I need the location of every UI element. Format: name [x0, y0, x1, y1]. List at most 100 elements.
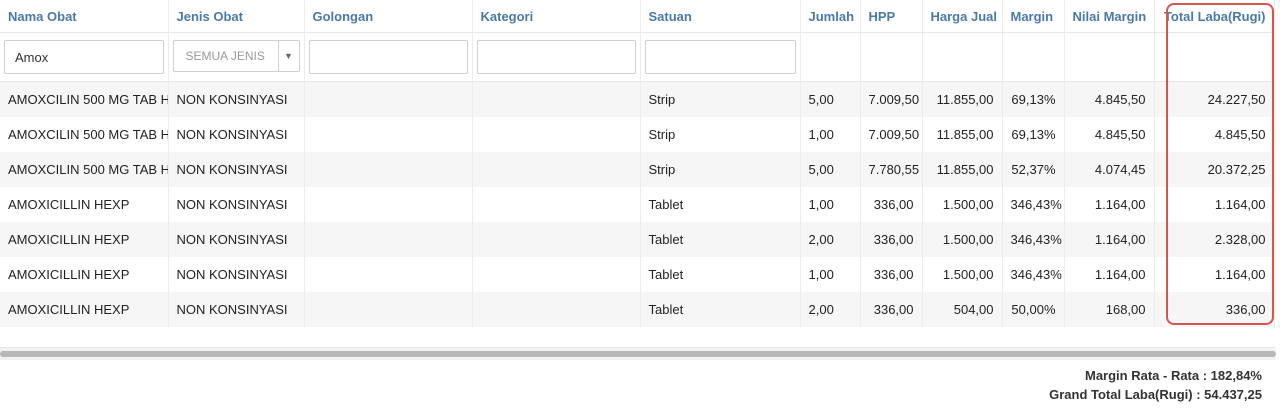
jenis-obat-filter-select[interactable]: SEMUA JENIS ▼ [172, 39, 300, 72]
grand-total-laba: Grand Total Laba(Rugi) : 54.437,25 [1049, 387, 1262, 402]
kategori-filter-input[interactable] [476, 40, 636, 74]
cell-jenis-obat: NON KONSINYASI [168, 222, 305, 257]
cell-total-laba: 1.164,00 [1154, 257, 1275, 292]
cell-jumlah: 5,00 [800, 81, 861, 117]
table-row[interactable]: AMOXICILLIN HEXP NON KONSINYASI Tablet 2,00… [0, 222, 1275, 257]
cell-nama-obat: AMOXCILIN 500 MG TAB HJ [0, 81, 169, 117]
jenis-obat-selected: SEMUA JENIS [185, 48, 265, 63]
cell-margin: 346,43% [1002, 187, 1065, 222]
table-row[interactable]: AMOXCILIN 500 MG TAB HJ NON KONSINYASI Str… [0, 81, 1275, 117]
table-row[interactable]: AMOXICILLIN HEXP NON KONSINYASI Tablet 1,00… [0, 187, 1275, 222]
cell-margin: 346,43% [1002, 222, 1065, 257]
cell-nilai-margin: 1.164,00 [1064, 257, 1155, 292]
cell-golongan [304, 222, 473, 257]
col-hpp[interactable]: HPP [860, 0, 923, 33]
cell-kategori [472, 152, 641, 187]
header-row: Nama Obat Jenis Obat Golongan Kategori S… [0, 0, 1275, 33]
cell-jumlah: 1,00 [800, 187, 861, 222]
cell-nama-obat: AMOXCILIN 500 MG TAB HJ [0, 117, 169, 152]
horizontal-scrollbar[interactable] [0, 347, 1276, 360]
cell-nama-obat: AMOXICILLIN HEXP [0, 187, 169, 222]
cell-kategori [472, 292, 641, 327]
cell-harga-jual: 11.855,00 [922, 152, 1003, 187]
scrollbar-thumb[interactable] [0, 351, 1276, 357]
col-margin[interactable]: Margin [1002, 0, 1065, 33]
cell-satuan: Tablet [640, 222, 801, 257]
nama-obat-filter-input[interactable] [4, 40, 164, 74]
table-body: AMOXCILIN 500 MG TAB HJ NON KONSINYASI Str… [0, 81, 1275, 327]
cell-harga-jual: 1.500,00 [922, 257, 1003, 292]
cell-satuan: Tablet [640, 257, 801, 292]
cell-hpp: 7.009,50 [860, 81, 923, 117]
cell-hpp: 7.009,50 [860, 117, 923, 152]
col-nama-obat[interactable]: Nama Obat [0, 0, 169, 33]
satuan-filter-input[interactable] [644, 40, 796, 74]
cell-total-laba: 1.164,00 [1154, 187, 1275, 222]
cell-nama-obat: AMOXICILLIN HEXP [0, 222, 169, 257]
cell-golongan [304, 117, 473, 152]
col-jenis-obat[interactable]: Jenis Obat [168, 0, 305, 33]
chevron-down-icon[interactable]: ▼ [277, 40, 299, 71]
col-golongan[interactable]: Golongan [304, 0, 473, 33]
cell-nilai-margin: 4.845,50 [1064, 81, 1155, 117]
table-row[interactable]: AMOXICILLIN HEXP NON KONSINYASI Tablet 1,00… [0, 257, 1275, 292]
cell-harga-jual: 504,00 [922, 292, 1003, 327]
col-total-laba[interactable]: Total Laba(Rugi) [1154, 0, 1275, 33]
cell-hpp: 336,00 [860, 292, 923, 327]
table-row[interactable]: AMOXCILIN 500 MG TAB HJ NON KONSINYASI Str… [0, 117, 1275, 152]
cell-total-laba: 4.845,50 [1154, 117, 1275, 152]
cell-kategori [472, 257, 641, 292]
cell-satuan: Strip [640, 152, 801, 187]
col-nilai-margin[interactable]: Nilai Margin [1064, 0, 1155, 33]
cell-golongan [304, 81, 473, 117]
cell-jenis-obat: NON KONSINYASI [168, 257, 305, 292]
cell-kategori [472, 187, 641, 222]
cell-jenis-obat: NON KONSINYASI [168, 117, 305, 152]
cell-margin: 52,37% [1002, 152, 1065, 187]
col-satuan[interactable]: Satuan [640, 0, 801, 33]
cell-margin: 50,00% [1002, 292, 1065, 327]
cell-golongan [304, 257, 473, 292]
cell-satuan: Tablet [640, 292, 801, 327]
col-jumlah[interactable]: Jumlah [800, 0, 861, 33]
cell-total-laba: 20.372,25 [1154, 152, 1275, 187]
cell-satuan: Strip [640, 117, 801, 152]
table-row[interactable]: AMOXICILLIN HEXP NON KONSINYASI Tablet 2,00… [0, 292, 1275, 327]
cell-total-laba: 2.328,00 [1154, 222, 1275, 257]
cell-hpp: 336,00 [860, 222, 923, 257]
col-kategori[interactable]: Kategori [472, 0, 641, 33]
cell-nilai-margin: 4.845,50 [1064, 117, 1155, 152]
cell-jenis-obat: NON KONSINYASI [168, 187, 305, 222]
laba-rugi-table: Nama Obat Jenis Obat Golongan Kategori S… [0, 0, 1275, 327]
golongan-filter-input[interactable] [308, 40, 468, 74]
cell-golongan [304, 152, 473, 187]
cell-margin: 69,13% [1002, 81, 1065, 117]
margin-rata-rata: Margin Rata - Rata : 182,84% [1084, 368, 1262, 383]
cell-nilai-margin: 1.164,00 [1064, 187, 1155, 222]
cell-golongan [304, 292, 473, 327]
cell-jumlah: 2,00 [800, 292, 861, 327]
cell-harga-jual: 11.855,00 [922, 81, 1003, 117]
table-row[interactable]: AMOXCILIN 500 MG TAB HJ NON KONSINYASI Str… [0, 152, 1275, 187]
cell-nama-obat: AMOXICILLIN HEXP [0, 257, 169, 292]
cell-golongan [304, 187, 473, 222]
cell-hpp: 7.780,55 [860, 152, 923, 187]
cell-total-laba: 24.227,50 [1154, 81, 1275, 117]
cell-kategori [472, 81, 641, 117]
cell-kategori [472, 222, 641, 257]
cell-hpp: 336,00 [860, 187, 923, 222]
cell-jumlah: 5,00 [800, 152, 861, 187]
col-harga-jual[interactable]: Harga Jual [922, 0, 1003, 33]
cell-satuan: Tablet [640, 187, 801, 222]
cell-margin: 69,13% [1002, 117, 1065, 152]
summary-block: Margin Rata - Rata : 182,84% Grand Total… [1049, 366, 1262, 404]
cell-harga-jual: 1.500,00 [922, 187, 1003, 222]
cell-nilai-margin: 4.074,45 [1064, 152, 1155, 187]
cell-jenis-obat: NON KONSINYASI [168, 152, 305, 187]
cell-nilai-margin: 1.164,00 [1064, 222, 1155, 257]
cell-kategori [472, 117, 641, 152]
cell-nama-obat: AMOXICILLIN HEXP [0, 292, 169, 327]
cell-harga-jual: 11.855,00 [922, 117, 1003, 152]
cell-jenis-obat: NON KONSINYASI [168, 81, 305, 117]
cell-jenis-obat: NON KONSINYASI [168, 292, 305, 327]
